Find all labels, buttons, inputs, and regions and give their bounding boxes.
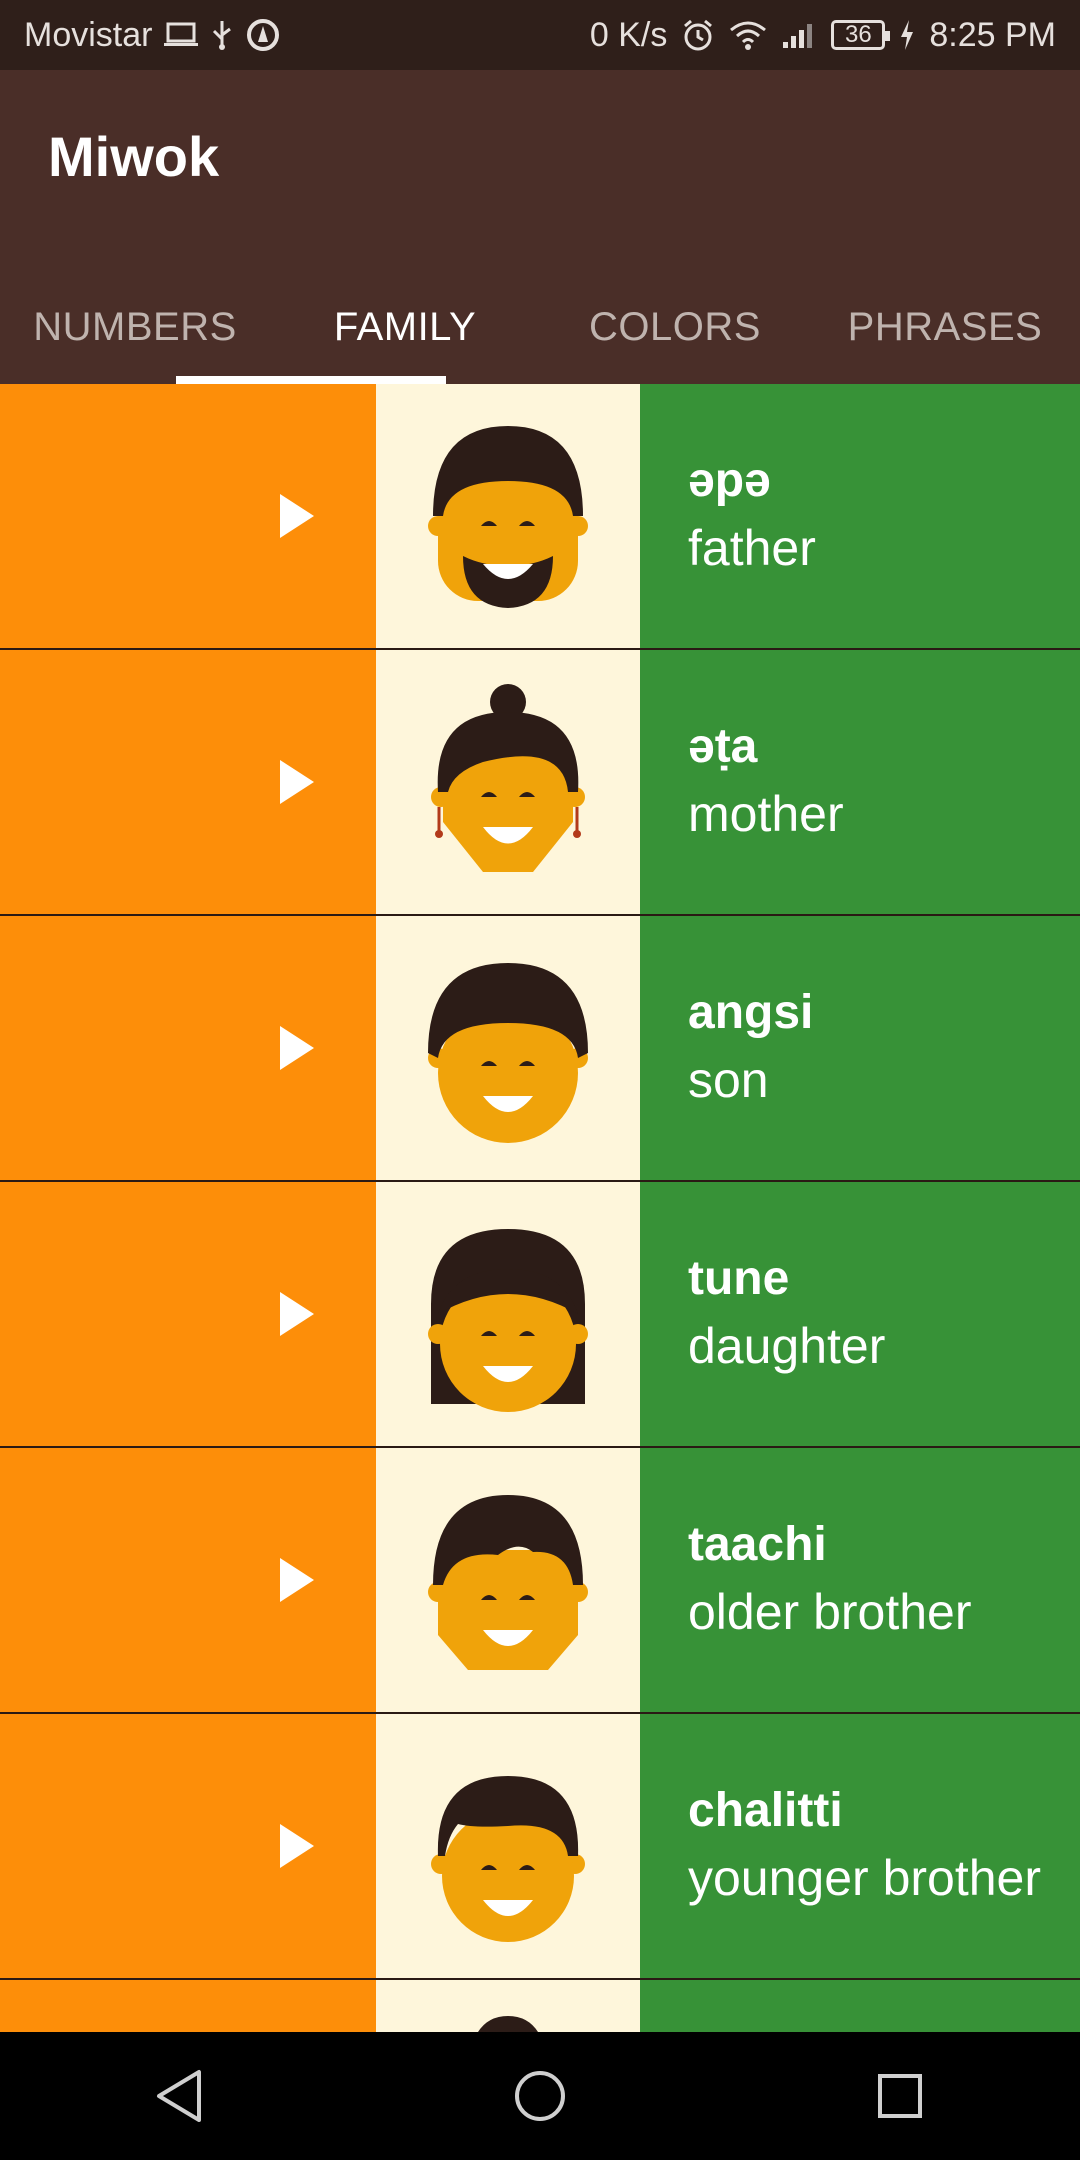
tab-label: FAMILY bbox=[333, 304, 477, 349]
battery-level: 36 bbox=[845, 21, 872, 48]
alarm-icon bbox=[681, 18, 715, 52]
mother-icon bbox=[431, 684, 585, 872]
english-word: son bbox=[688, 1052, 769, 1108]
back-button[interactable] bbox=[120, 2046, 240, 2146]
navigation-bar bbox=[0, 2032, 1080, 2160]
home-icon[interactable] bbox=[513, 2069, 567, 2123]
text-cell bbox=[640, 1980, 1080, 2032]
home-button[interactable] bbox=[480, 2046, 600, 2146]
app-title: Miwok bbox=[48, 125, 220, 188]
clock: 8:25 PM bbox=[929, 15, 1056, 54]
text-cell: tune daughter bbox=[640, 1182, 1080, 1446]
image-cell bbox=[376, 1182, 640, 1446]
text-cell: әṭa mother bbox=[640, 650, 1080, 914]
usb-icon bbox=[210, 19, 234, 51]
miwok-word: әṭa bbox=[688, 720, 758, 773]
father-icon bbox=[428, 426, 588, 608]
tab-bar: NUMBERS FAMILY COLORS PHRASES bbox=[0, 270, 1080, 384]
play-icon[interactable] bbox=[280, 760, 314, 804]
list-item-partial[interactable] bbox=[0, 1980, 1080, 2032]
text-cell: taachi older brother bbox=[640, 1448, 1080, 1712]
english-word: older brother bbox=[688, 1584, 972, 1640]
miwok-word: әpә bbox=[688, 454, 771, 507]
english-word: mother bbox=[688, 786, 844, 842]
english-word: daughter bbox=[688, 1318, 886, 1374]
laptop-icon bbox=[164, 22, 199, 48]
list-item[interactable]: әṭa mother bbox=[0, 650, 1080, 916]
tab-family[interactable]: FAMILY bbox=[270, 270, 540, 384]
play-icon[interactable] bbox=[280, 1558, 314, 1602]
signal-icon bbox=[781, 20, 817, 50]
app-icon bbox=[246, 18, 280, 52]
english-word: younger brother bbox=[688, 1850, 1042, 1906]
network-speed: 0 K/s bbox=[589, 15, 668, 54]
text-cell: chalitti younger brother bbox=[640, 1714, 1080, 1978]
tab-label: NUMBERS bbox=[33, 304, 237, 349]
play-cell[interactable] bbox=[0, 1980, 376, 2032]
list-item[interactable]: taachi older brother bbox=[0, 1448, 1080, 1714]
recents-button[interactable] bbox=[840, 2046, 960, 2146]
miwok-word: tune bbox=[688, 1252, 790, 1305]
play-cell[interactable] bbox=[0, 916, 376, 1180]
wifi-icon bbox=[729, 20, 767, 50]
son-icon bbox=[428, 963, 588, 1143]
miwok-word: taachi bbox=[688, 1518, 827, 1571]
play-cell[interactable] bbox=[0, 1448, 376, 1712]
status-bar: Movistar 0 K/s 36 8:25 PM bbox=[0, 0, 1080, 70]
play-cell[interactable] bbox=[0, 1182, 376, 1446]
miwok-word: chalitti bbox=[688, 1784, 843, 1837]
tab-numbers[interactable]: NUMBERS bbox=[0, 270, 270, 384]
charging-icon bbox=[899, 20, 915, 50]
image-cell bbox=[376, 650, 640, 914]
play-icon[interactable] bbox=[280, 494, 314, 538]
word-list[interactable]: әpә father әṭa mother angsi son tune dau… bbox=[0, 384, 1080, 2032]
play-icon[interactable] bbox=[280, 1292, 314, 1336]
play-cell[interactable] bbox=[0, 650, 376, 914]
older-brother-icon bbox=[428, 1495, 588, 1670]
tab-label: PHRASES bbox=[847, 304, 1043, 349]
tab-phrases[interactable]: PHRASES bbox=[810, 270, 1080, 384]
person-icon bbox=[478, 2016, 538, 2032]
image-cell bbox=[376, 384, 640, 648]
list-item[interactable]: tune daughter bbox=[0, 1182, 1080, 1448]
play-cell[interactable] bbox=[0, 1714, 376, 1978]
play-icon[interactable] bbox=[280, 1026, 314, 1070]
english-word: father bbox=[688, 520, 816, 576]
image-cell bbox=[376, 1714, 640, 1978]
image-cell bbox=[376, 916, 640, 1180]
image-cell bbox=[376, 1980, 640, 2032]
text-cell: angsi son bbox=[640, 916, 1080, 1180]
app-bar: Miwok NUMBERS FAMILY COLORS PHRASES bbox=[0, 70, 1080, 384]
miwok-word: angsi bbox=[688, 986, 814, 1039]
list-item[interactable]: chalitti younger brother bbox=[0, 1714, 1080, 1980]
back-icon[interactable] bbox=[155, 2069, 205, 2123]
recents-icon[interactable] bbox=[876, 2072, 924, 2120]
tab-label: COLORS bbox=[589, 304, 761, 349]
play-icon[interactable] bbox=[280, 1824, 314, 1868]
battery-indicator: 36 bbox=[831, 20, 891, 50]
younger-brother-icon bbox=[431, 1776, 585, 1942]
carrier-label: Movistar bbox=[24, 15, 153, 54]
play-cell[interactable] bbox=[0, 384, 376, 648]
daughter-icon bbox=[428, 1229, 588, 1412]
list-item[interactable]: әpә father bbox=[0, 384, 1080, 650]
tab-colors[interactable]: COLORS bbox=[540, 270, 810, 384]
text-cell: әpә father bbox=[640, 384, 1080, 648]
image-cell bbox=[376, 1448, 640, 1712]
tab-indicator bbox=[176, 376, 446, 384]
list-item[interactable]: angsi son bbox=[0, 916, 1080, 1182]
